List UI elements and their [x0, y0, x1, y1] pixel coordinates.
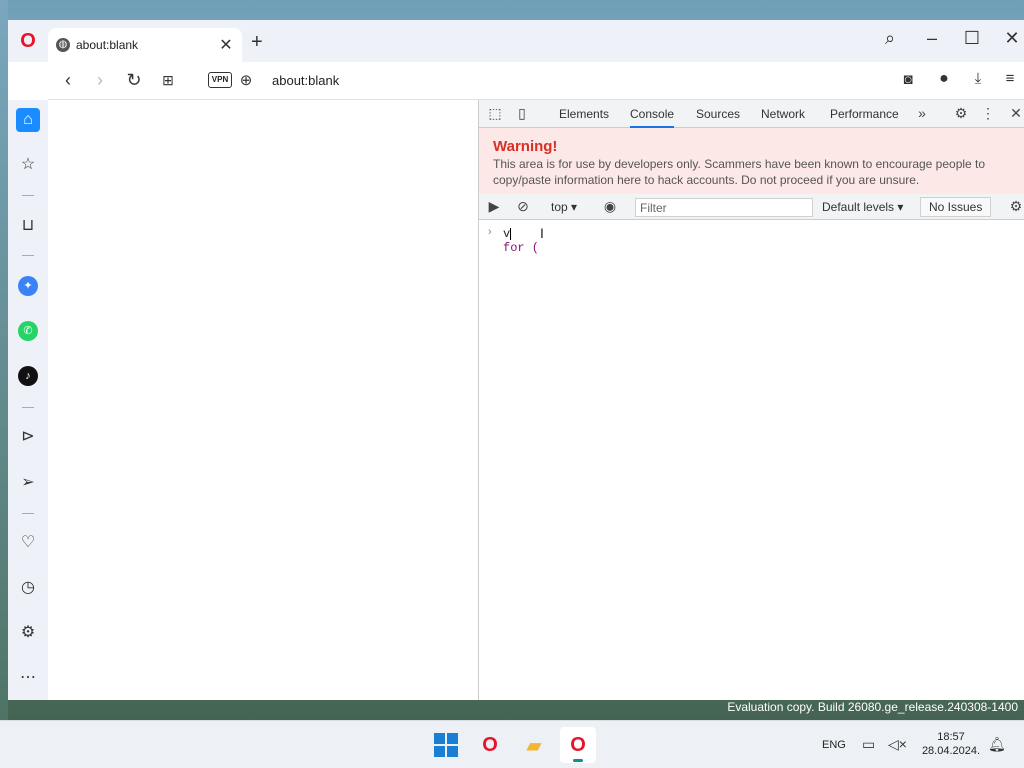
tiktok-icon[interactable]: ♪ [18, 366, 38, 386]
console-output[interactable]: › v I for ( [479, 220, 1024, 700]
globe-icon: ◍ [56, 38, 70, 52]
tab-sources[interactable]: Sources [696, 107, 740, 121]
clear-console-icon[interactable]: ⊘ [514, 198, 532, 215]
send-icon[interactable]: ➢ [16, 471, 40, 495]
autocomplete-suggestion[interactable]: for ( [503, 241, 539, 255]
shopping-bag-icon[interactable]: ⊔ [16, 214, 40, 238]
clock-time: 18:57 [937, 731, 965, 743]
whatsapp-icon[interactable]: ✆ [18, 321, 38, 341]
close-window-button[interactable]: ✕ [1000, 28, 1024, 49]
tab-title: about:blank [76, 38, 139, 52]
devtools-panel: ⬚ ▯ Elements Console Sources Network Per… [478, 100, 1024, 700]
search-tabs-icon[interactable]: ⌕ [878, 28, 902, 49]
messenger-icon[interactable]: ✦ [18, 276, 38, 296]
minimize-button[interactable]: – [920, 28, 944, 49]
log-levels-dropdown[interactable]: Default levels ▾ [822, 200, 903, 214]
sidebar: ⌂ ☆ ⊔ ✦ ✆ ♪ ⊳ ➢ ♡ ◷ ⚙ ⋯ [8, 100, 48, 700]
kebab-menu-icon[interactable]: ⋮ [979, 105, 997, 122]
text-caret [510, 227, 512, 240]
new-tab-button[interactable]: + [251, 31, 267, 54]
console-settings-icon[interactable]: ⚙ [1007, 198, 1024, 215]
settings-gear-icon[interactable]: ⚙ [16, 621, 40, 645]
address-bar: ‹ › ↻ ⊞ VPN ⊕ about:blank ◙ ● ⤓ ≡ [48, 62, 1024, 100]
vpn-badge[interactable]: VPN [208, 72, 232, 88]
browser-window: O ◍ about:blank ✕ + ⌕ – ☐ ✕ ‹ › ↻ ⊞ VPN … [8, 20, 1024, 700]
player-icon[interactable]: ⊳ [16, 425, 40, 449]
sidebar-divider [22, 195, 34, 196]
desktop-wallpaper [0, 0, 8, 720]
back-icon[interactable]: ‹ [58, 70, 78, 91]
log-levels-value: Default levels [822, 200, 895, 214]
network-icon[interactable]: ▭ [862, 736, 875, 753]
opera-active-taskbar-icon[interactable]: O [560, 727, 596, 763]
notification-bell-icon[interactable]: 🔔︎ [988, 736, 1006, 753]
speed-dial-icon[interactable]: ⊞ [158, 72, 178, 89]
tab-network[interactable]: Network [761, 107, 805, 121]
download-icon[interactable]: ⤓ [968, 70, 988, 87]
clock-date: 28.04.2024. [921, 745, 981, 757]
warning-title: Warning! [493, 138, 558, 155]
profile-icon[interactable]: ● [934, 70, 954, 88]
windows-logo-icon [434, 733, 458, 757]
tab-console[interactable]: Console [630, 107, 675, 128]
context-select[interactable]: top ▾ [551, 200, 577, 214]
close-tab-icon[interactable]: ✕ [218, 35, 234, 55]
sidebar-divider [22, 255, 34, 256]
taskbar: O ▰ O ENG ▭ ◁× 18:57 28.04.2024. 🔔︎ [0, 720, 1024, 768]
start-button[interactable] [428, 727, 464, 763]
opera-taskbar-icon[interactable]: O [472, 727, 508, 763]
sidebar-divider [22, 513, 34, 514]
issues-button[interactable]: No Issues [920, 197, 992, 217]
warning-body: This area is for use by developers only.… [493, 157, 986, 187]
reload-icon[interactable]: ↻ [124, 70, 144, 91]
tab-about-blank[interactable]: ◍ about:blank ✕ [48, 28, 242, 62]
inspect-element-icon[interactable]: ⬚ [486, 105, 504, 122]
filter-input[interactable]: Filter [635, 198, 813, 217]
sidebar-divider [22, 407, 34, 408]
home-icon[interactable]: ⌂ [16, 108, 40, 132]
live-expression-eye-icon[interactable]: ◉ [601, 198, 619, 215]
history-clock-icon[interactable]: ◷ [16, 576, 40, 600]
console-input-text: v [503, 227, 511, 241]
site-info-icon[interactable]: ⊕ [236, 71, 256, 89]
close-devtools-icon[interactable]: ✕ [1007, 105, 1024, 122]
snapshot-icon[interactable]: ◙ [898, 71, 918, 88]
opera-menu-icon[interactable]: O [18, 30, 38, 52]
device-toolbar-icon[interactable]: ▯ [513, 105, 531, 122]
devtools-settings-icon[interactable]: ⚙ [952, 105, 970, 122]
more-tabs-icon[interactable]: » [913, 105, 931, 121]
prompt-chevron-icon: › [488, 226, 492, 238]
sidebar-toggle-icon[interactable]: ▶ [485, 198, 503, 215]
language-indicator[interactable]: ENG [822, 739, 846, 751]
clock[interactable]: 18:57 28.04.2024. [916, 730, 986, 758]
volume-muted-icon[interactable]: ◁× [888, 736, 907, 753]
evaluation-watermark: Evaluation copy. Build 26080.ge_release.… [727, 700, 1018, 714]
maximize-button[interactable]: ☐ [960, 28, 984, 49]
context-value: top [551, 200, 568, 214]
star-icon[interactable]: ☆ [16, 153, 40, 177]
devtools-tabbar: ⬚ ▯ Elements Console Sources Network Per… [479, 100, 1024, 128]
console-input-line[interactable]: v [503, 227, 512, 241]
easy-setup-icon[interactable]: ≡ [1000, 70, 1020, 87]
file-explorer-icon[interactable]: ▰ [516, 727, 552, 763]
page-viewport[interactable] [48, 100, 478, 700]
heart-icon[interactable]: ♡ [16, 531, 40, 555]
more-icon[interactable]: ⋯ [16, 666, 40, 690]
tab-performance[interactable]: Performance [830, 107, 899, 121]
url-field[interactable]: about:blank [272, 73, 339, 88]
tab-elements[interactable]: Elements [559, 107, 609, 121]
tab-strip: O ◍ about:blank ✕ + ⌕ – ☐ ✕ [8, 20, 1024, 62]
warning-banner: Warning! This area is for use by develop… [479, 128, 1024, 194]
console-toolbar: ▶ ⊘ top ▾ ◉ Filter Default levels ▾ No I… [479, 194, 1024, 220]
ibeam-cursor-icon: I [540, 225, 544, 241]
forward-icon[interactable]: › [90, 70, 110, 91]
